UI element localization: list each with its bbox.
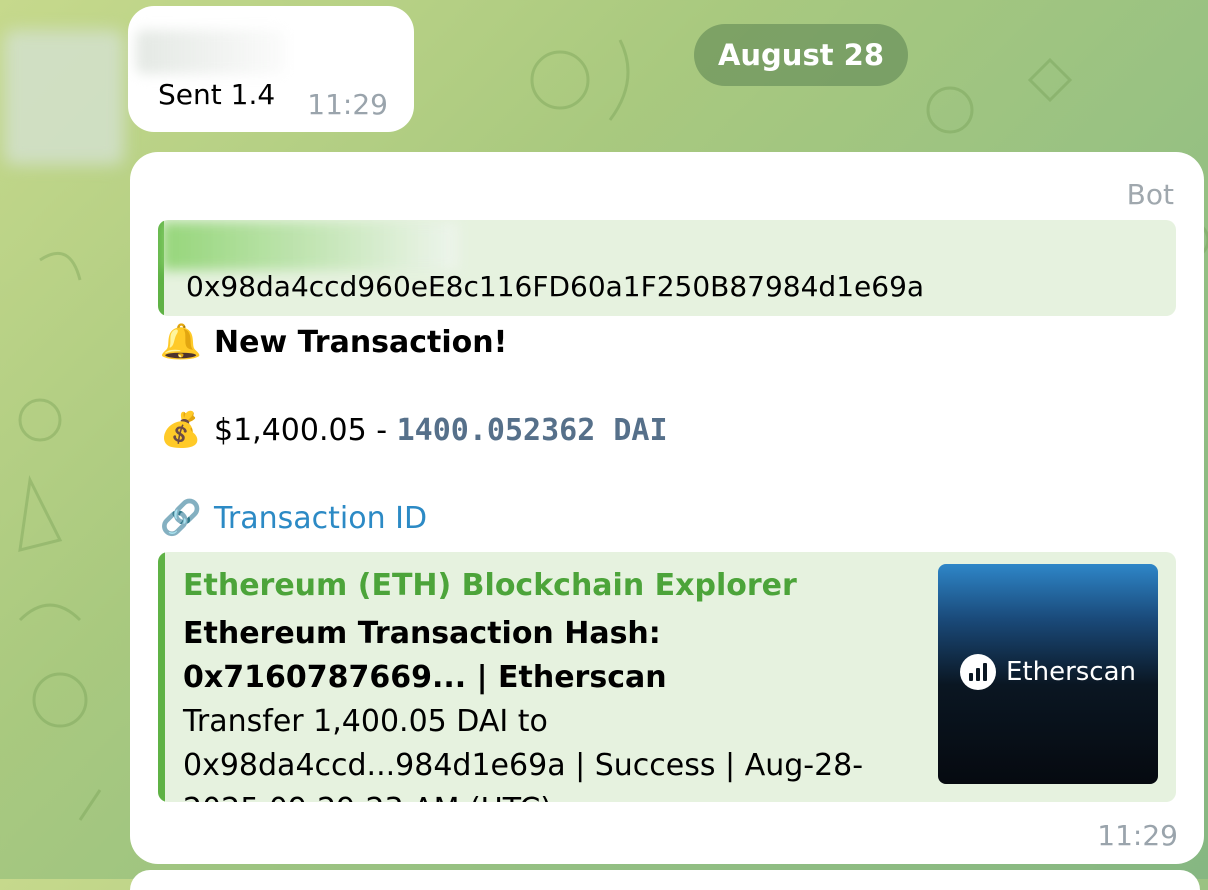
transaction-link-line: 🔗 Transaction ID bbox=[158, 498, 427, 538]
preview-accent-bar bbox=[158, 552, 165, 802]
etherscan-brand: Etherscan bbox=[938, 654, 1158, 690]
link-icon: 🔗 bbox=[159, 498, 203, 538]
preview-title: Ethereum Transaction Hash: 0x7160787669.… bbox=[183, 616, 667, 695]
amount-usd: $1,400.05 bbox=[214, 412, 367, 448]
reply-address: 0x98da4ccd960eE8c116FD60a1F250B87984d1e6… bbox=[186, 270, 925, 303]
amount-separator: - bbox=[366, 412, 397, 448]
thumb-brand-text: Etherscan bbox=[1005, 657, 1137, 687]
preview-description: Transfer 1,400.05 DAI to 0x98da4ccd...98… bbox=[183, 704, 864, 802]
amount-line: 💰 $1,400.05 - 1400.052362 DAI bbox=[158, 410, 668, 450]
message-time: 11:29 bbox=[307, 88, 388, 121]
money-bag-icon: 💰 bbox=[159, 410, 203, 450]
message-text: Sent 1.4 bbox=[158, 78, 276, 111]
message-time: 11:29 bbox=[1097, 819, 1178, 852]
amount-token[interactable]: 1400.052362 DAI bbox=[397, 413, 668, 448]
next-message-bubble-edge bbox=[130, 870, 1200, 890]
date-separator: August 28 bbox=[694, 24, 908, 86]
headline-line: 🔔 New Transaction! bbox=[158, 322, 508, 362]
headline: New Transaction! bbox=[214, 324, 508, 360]
sender-label: Bot bbox=[1126, 178, 1174, 211]
bell-icon: 🔔 bbox=[159, 322, 203, 362]
previous-message-bubble[interactable]: Sent 1.4 11:29 bbox=[128, 6, 414, 132]
bot-message-bubble[interactable]: Bot 0x98da4ccd960eE8c116FD60a1F250B87984… bbox=[130, 152, 1204, 864]
preview-thumbnail[interactable]: Etherscan bbox=[938, 564, 1158, 784]
link-preview[interactable]: Ethereum (ETH) Blockchain Explorer Ether… bbox=[158, 552, 1176, 802]
reply-author-redacted bbox=[162, 222, 458, 270]
preview-site-name: Ethereum (ETH) Blockchain Explorer bbox=[183, 568, 797, 603]
transaction-id-link[interactable]: Transaction ID bbox=[214, 501, 427, 536]
avatar[interactable] bbox=[4, 30, 124, 165]
etherscan-logo-icon bbox=[959, 654, 996, 690]
sender-name-redacted bbox=[136, 30, 286, 74]
reply-quote[interactable]: 0x98da4ccd960eE8c116FD60a1F250B87984d1e6… bbox=[158, 220, 1176, 316]
